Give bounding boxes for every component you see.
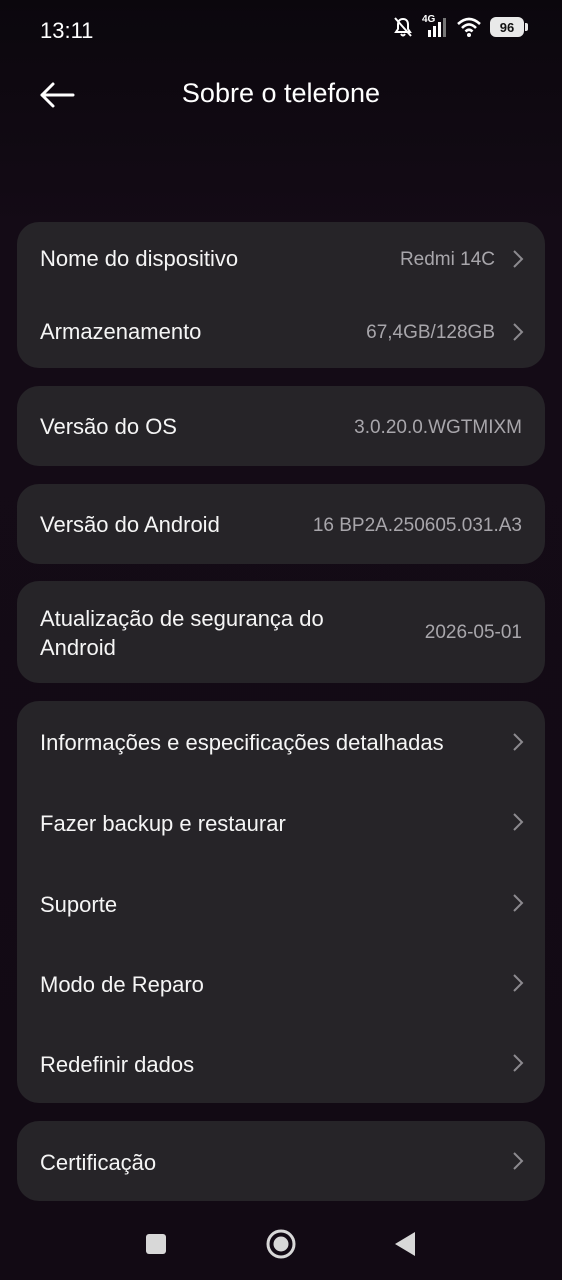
reset-data-label: Redefinir dados: [40, 1052, 195, 1077]
security-update-row[interactable]: Atualização de segurança do Android 2026…: [17, 581, 545, 683]
repair-mode-label: Modo de Reparo: [40, 972, 204, 997]
recents-square-icon[interactable]: [145, 1233, 167, 1255]
chevron-right-icon: [513, 974, 524, 992]
security-update-card: Atualização de segurança do Android 2026…: [17, 581, 545, 683]
home-circle-icon[interactable]: [265, 1228, 297, 1260]
os-version-card: Versão do OS 3.0.20.0.WGTMIXM: [17, 386, 545, 466]
storage-label: Armazenamento: [40, 319, 202, 344]
wifi-icon: [457, 17, 481, 37]
reset-data-row[interactable]: Redefinir dados: [17, 1023, 545, 1103]
header: Sobre o telefone: [0, 70, 562, 120]
android-version-row[interactable]: Versão do Android 16 BP2A.250605.031.A3: [17, 484, 545, 564]
repair-mode-row[interactable]: Modo de Reparo: [17, 942, 545, 1023]
android-version-value: 16 BP2A.250605.031.A3: [312, 515, 522, 536]
notifications-muted-icon: [394, 17, 412, 37]
chevron-right-icon: [513, 250, 524, 268]
os-version-label: Versão do OS: [40, 414, 177, 439]
security-update-label-line2: Android: [40, 635, 116, 660]
chevron-right-icon: [513, 894, 524, 912]
status-icons: 4G 96: [392, 14, 528, 38]
os-version-value: 3.0.20.0.WGTMIXM: [354, 417, 522, 438]
security-update-value: 2026-05-01: [424, 622, 522, 643]
os-version-row[interactable]: Versão do OS 3.0.20.0.WGTMIXM: [17, 386, 545, 466]
chevron-right-icon: [513, 733, 524, 751]
chevron-right-icon: [513, 813, 524, 831]
support-row[interactable]: Suporte: [17, 862, 545, 942]
storage-value: 67,4GB/128GB: [366, 322, 495, 343]
more-options-card: Informações e especificações detalhadas …: [17, 701, 545, 1103]
certification-card: Certificação: [17, 1121, 545, 1201]
cellular-signal-icon: 4G: [422, 14, 448, 38]
storage-row[interactable]: Armazenamento 67,4GB/128GB: [17, 295, 545, 368]
android-version-card: Versão do Android 16 BP2A.250605.031.A3: [17, 484, 545, 564]
backup-restore-row[interactable]: Fazer backup e restaurar: [17, 781, 545, 862]
status-bar: 13:11 4G 96: [0, 0, 562, 60]
detailed-specs-row[interactable]: Informações e especificações detalhadas: [17, 701, 545, 781]
android-version-label: Versão do Android: [40, 512, 220, 537]
status-time: 13:11: [40, 18, 94, 43]
battery-indicator: 96: [490, 17, 528, 37]
device-name-label: Nome do dispositivo: [40, 246, 239, 271]
device-info-card: Nome do dispositivo Redmi 14C Armazename…: [17, 222, 545, 368]
backup-restore-label: Fazer backup e restaurar: [40, 811, 286, 836]
security-update-label-line1: Atualização de segurança do: [40, 606, 324, 631]
chevron-right-icon: [513, 1152, 524, 1170]
certification-label: Certificação: [40, 1150, 157, 1175]
chevron-right-icon: [513, 1054, 524, 1072]
detailed-specs-label: Informações e especificações detalhadas: [40, 730, 444, 755]
device-name-value: Redmi 14C: [399, 249, 495, 270]
navigation-bar: [0, 1212, 562, 1280]
certification-row[interactable]: Certificação: [17, 1121, 545, 1201]
device-name-row[interactable]: Nome do dispositivo Redmi 14C: [17, 222, 545, 295]
support-label: Suporte: [40, 892, 118, 917]
chevron-right-icon: [513, 323, 524, 341]
page-title: Sobre o telefone: [181, 78, 381, 108]
back-triangle-icon[interactable]: [393, 1231, 417, 1257]
